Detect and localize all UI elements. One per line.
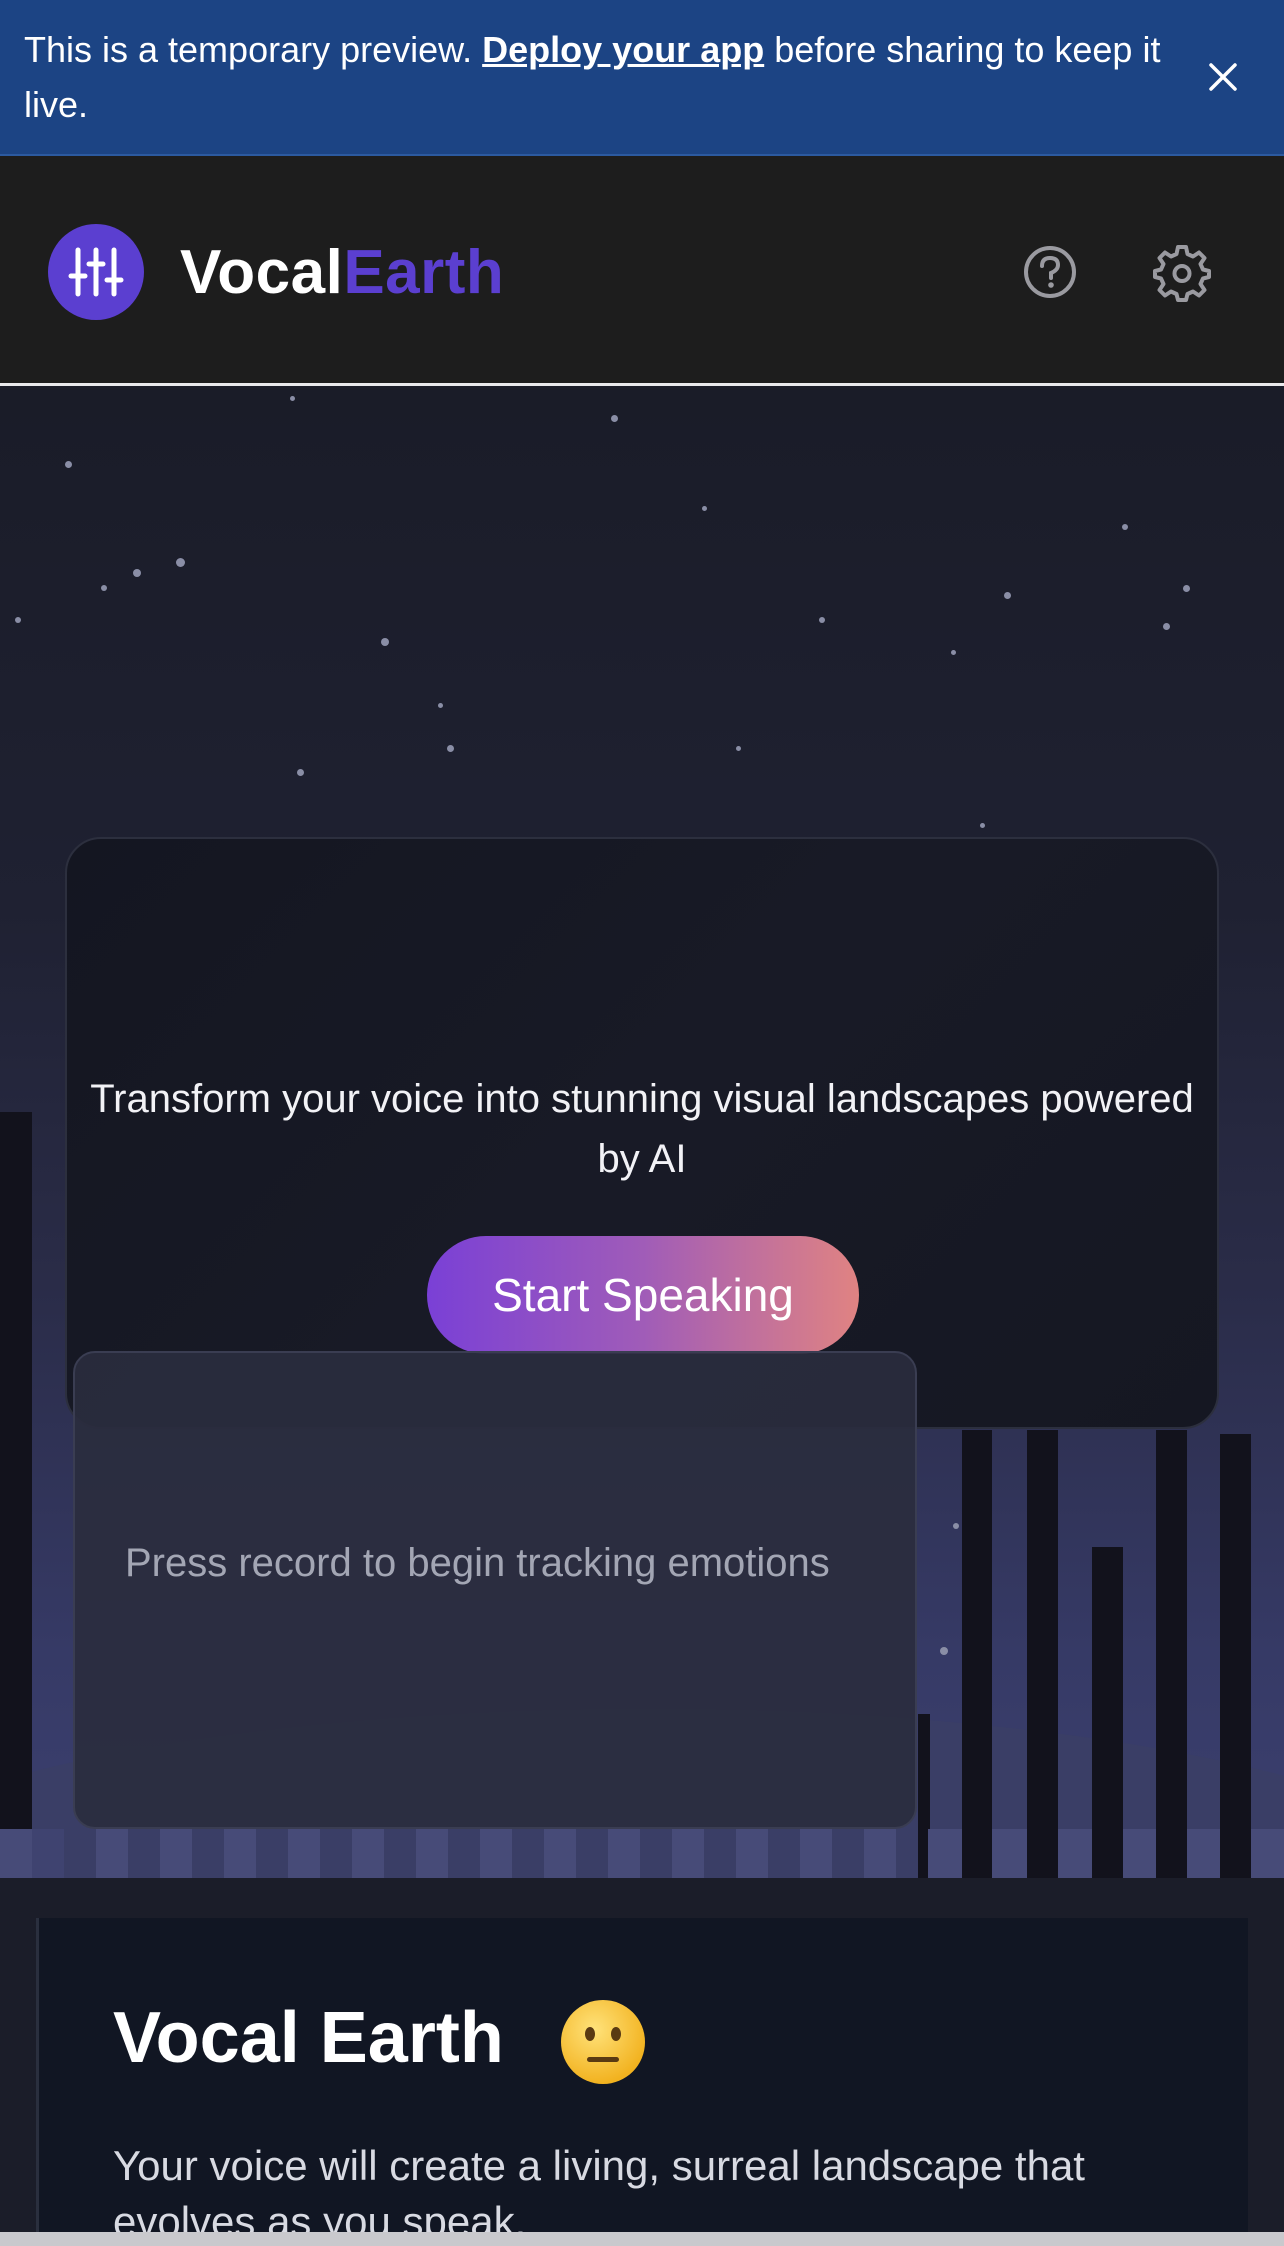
- star: [297, 769, 304, 776]
- visualizer-bar: [928, 1829, 962, 1878]
- star: [101, 585, 107, 591]
- star: [1163, 623, 1170, 630]
- star: [1004, 592, 1011, 599]
- star: [819, 617, 825, 623]
- visualizer-bar: [962, 1430, 992, 1878]
- app-header: VocalEarth: [0, 156, 1284, 386]
- visualizer-bar: [992, 1829, 1027, 1878]
- neutral-face-emoji-icon: [559, 1998, 647, 2086]
- visualizer-bar: [480, 1829, 512, 1878]
- star: [951, 650, 956, 655]
- visualizer-bar: [416, 1829, 448, 1878]
- star: [290, 396, 295, 401]
- visualizer-bar: [352, 1829, 384, 1878]
- question-circle-icon[interactable]: [1020, 242, 1080, 302]
- close-icon[interactable]: [1198, 52, 1248, 102]
- gear-icon[interactable]: [1152, 242, 1212, 302]
- start-speaking-button[interactable]: Start Speaking: [427, 1236, 859, 1354]
- visualizer-bar: [288, 1829, 320, 1878]
- banner-message: This is a temporary preview. Deploy your…: [24, 22, 1164, 132]
- visualizer-bar: [544, 1829, 576, 1878]
- visualizer-bar: [0, 1112, 32, 1878]
- hero-tagline: Transform your voice into stunning visua…: [90, 1077, 1194, 1181]
- visualizer-bar: [1092, 1547, 1123, 1878]
- visualizer-bar: [800, 1829, 832, 1878]
- deploy-app-link[interactable]: Deploy your app: [482, 29, 764, 70]
- info-title: Vocal Earth: [113, 1998, 504, 2078]
- star: [980, 823, 985, 828]
- star: [736, 746, 741, 751]
- emotion-placeholder-text: Press record to begin tracking emotions: [125, 1541, 830, 1585]
- star: [953, 1523, 959, 1529]
- visualizer-bar: [224, 1829, 256, 1878]
- star: [1183, 585, 1190, 592]
- star: [381, 638, 389, 646]
- info-card: Vocal Earth Your voice will create a liv…: [36, 1918, 1248, 2246]
- equalizer-sliders-icon[interactable]: [48, 224, 144, 320]
- visualizer-bar: [160, 1829, 192, 1878]
- preview-banner: This is a temporary preview. Deploy your…: [0, 0, 1284, 156]
- star: [65, 461, 72, 468]
- brand-title: VocalEarth: [180, 238, 504, 308]
- info-description: Your voice will create a living, surreal…: [113, 2142, 1085, 2245]
- star: [15, 617, 21, 623]
- visualizer-bar: [736, 1829, 768, 1878]
- star: [611, 415, 618, 422]
- info-section: Vocal Earth Your voice will create a liv…: [0, 1878, 1284, 2246]
- visualizer-bar: [864, 1829, 896, 1878]
- emotion-tracker-panel: Press record to begin tracking emotions: [73, 1351, 917, 1829]
- brand-word-earth: Earth: [343, 238, 505, 307]
- visualizer-bar: [1220, 1434, 1251, 1878]
- visualizer-bar: [1187, 1829, 1220, 1878]
- brand-word-vocal: Vocal: [180, 238, 344, 307]
- hero-card: Transform your voice into stunning visua…: [65, 837, 1219, 1429]
- star: [702, 506, 707, 511]
- visualizer-bar: [1123, 1829, 1156, 1878]
- visualizer-bar: [96, 1829, 128, 1878]
- visualizer-bar: [0, 1829, 32, 1878]
- banner-text-before: This is a temporary preview.: [24, 29, 483, 70]
- bottom-scroll-strip: [0, 2232, 1284, 2246]
- star: [447, 745, 454, 752]
- star: [1122, 524, 1128, 530]
- visualizer-bar: [1251, 1829, 1284, 1878]
- visualizer-bar: [1058, 1829, 1092, 1878]
- visualizer-bar: [608, 1829, 640, 1878]
- star: [940, 1647, 948, 1655]
- visualizer-bar: [1156, 1430, 1187, 1878]
- star: [133, 569, 141, 577]
- star: [176, 558, 185, 567]
- star: [438, 703, 443, 708]
- visualizer-bar: [1027, 1430, 1058, 1878]
- visualizer-bar: [672, 1829, 704, 1878]
- visualizer-bar: [32, 1829, 64, 1878]
